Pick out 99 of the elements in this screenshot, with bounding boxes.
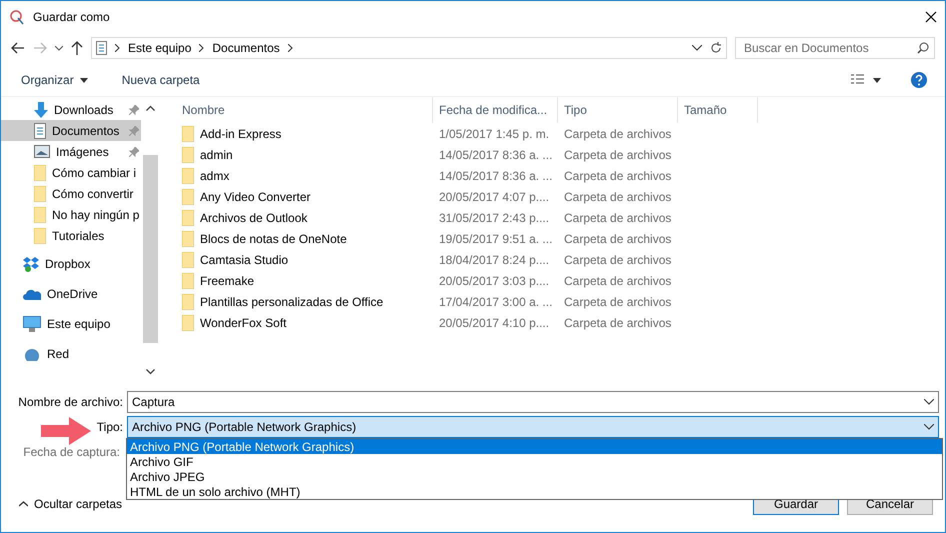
file-name-cell[interactable]: WonderFox Soft	[176, 314, 433, 330]
app-logo-icon	[9, 8, 25, 24]
date-cell-text: 17/04/2017 3:00 a. ...	[438, 294, 554, 308]
folder-icon	[182, 210, 194, 226]
window-title: Guardar como	[33, 10, 111, 24]
chevron-down-icon[interactable]	[692, 45, 702, 51]
sidebar-item[interactable]: OneDrive	[1, 282, 141, 306]
monitor-icon	[23, 316, 41, 332]
file-name-cell[interactable]: Plantillas personalizadas de Office	[176, 294, 433, 310]
date-cell-text: 18/04/2017 8:24 p....	[438, 252, 550, 266]
file-name-cell[interactable]: Add-in Express	[176, 126, 433, 142]
field-label: Tipo:	[96, 420, 124, 434]
date-cell-text: 31/05/2017 2:43 p....	[438, 210, 550, 224]
type-cell-text: Carpeta de archivos	[563, 168, 672, 182]
breadcrumb[interactable]: Documentos	[212, 41, 280, 55]
folder-icon	[34, 206, 46, 222]
file-name-cell[interactable]: Freemake	[176, 272, 433, 288]
chevron-down-icon[interactable]	[55, 46, 63, 50]
chevron-right-icon	[199, 44, 204, 52]
sidebar-item[interactable]: Documentos	[1, 120, 141, 141]
document-icon	[96, 41, 107, 55]
caret-icon	[80, 78, 88, 82]
column-header[interactable]: Fecha de modifica...	[433, 97, 558, 123]
type-cell-text: Carpeta de archivos	[563, 294, 672, 308]
file-name-cell[interactable]: admin	[176, 146, 433, 162]
sidebar-item[interactable]: Cómo cambiar i	[1, 162, 141, 183]
chevron-right-icon	[115, 44, 120, 52]
type-cell-text: Carpeta de archivos	[563, 316, 672, 330]
file-name-cell[interactable]: Camtasia Studio	[176, 252, 433, 268]
new-folder-button[interactable]: Nueva carpeta	[120, 71, 202, 89]
folder-icon	[34, 228, 46, 244]
sidebar-item[interactable]: Cómo convertir	[1, 183, 141, 204]
folder-icon	[34, 186, 46, 202]
folder-icon	[182, 146, 194, 162]
document-icon	[34, 122, 46, 138]
chevron-down-icon[interactable]	[924, 424, 934, 430]
folder-icon	[34, 164, 46, 180]
date-cell-text: 20/05/2017 4:07 p....	[438, 190, 550, 204]
dropbox-icon	[23, 256, 39, 272]
type-cell-text: Carpeta de archivos	[563, 252, 672, 266]
column-header[interactable]: Nombre	[176, 97, 433, 123]
type-cell-text: Carpeta de archivos	[563, 148, 672, 162]
chevron-down-icon[interactable]	[924, 399, 934, 405]
folder-icon	[182, 314, 194, 330]
sidebar-item[interactable]: Imágenes	[1, 141, 141, 162]
chevron-right-icon	[288, 44, 293, 52]
chevron-up-icon	[19, 501, 28, 507]
up-arrow-icon[interactable]	[71, 41, 83, 55]
type-cell-text: Carpeta de archivos	[563, 274, 672, 288]
scrollbar-thumb[interactable]	[143, 155, 158, 343]
field-label: Fecha de captura:	[22, 445, 121, 459]
folder-icon	[182, 252, 194, 268]
date-cell-text: 20/05/2017 3:03 p....	[438, 274, 550, 288]
sidebar-item[interactable]: Red	[1, 342, 141, 366]
folder-icon	[182, 188, 194, 204]
sidebar-item[interactable]: Tutoriales	[1, 225, 141, 246]
breadcrumb[interactable]: Este equipo	[128, 41, 192, 55]
file-name-cell[interactable]: Any Video Converter	[176, 188, 433, 204]
date-cell-text: 20/05/2017 4:10 p....	[438, 316, 550, 330]
cloud-icon	[23, 288, 41, 300]
type-cell-text: Carpeta de archivos	[563, 126, 672, 140]
file-name-cell[interactable]: Blocs de notas de OneNote	[176, 230, 433, 246]
organize-menu-button[interactable]: Organizar	[19, 71, 90, 89]
sidebar-item[interactable]: Este equipo	[1, 312, 141, 336]
download-arrow-icon	[34, 102, 48, 118]
picture-icon	[34, 145, 50, 158]
folder-icon	[182, 294, 194, 310]
column-header[interactable]: Tipo	[558, 97, 678, 123]
type-cell-text: Carpeta de archivos	[563, 232, 672, 246]
type-cell-text: Carpeta de archivos	[563, 190, 672, 204]
view-options-icon[interactable]	[851, 74, 881, 86]
date-cell-text: 1/05/2017 1:45 p. m.	[438, 126, 550, 140]
hide-folders-button[interactable]: Ocultar carpetas	[13, 496, 128, 512]
type-cell-text: Carpeta de archivos	[563, 210, 672, 224]
arrow-drawing	[41, 417, 91, 445]
search-field[interactable]: Buscar en Documentos	[735, 37, 935, 59]
folder-icon	[182, 272, 194, 288]
file-type-dropdown[interactable]: Archivo PNG (Portable Network Graphics)	[127, 416, 939, 438]
field-label: Nombre de archivo:	[17, 395, 124, 409]
sidebar-item[interactable]: No hay ningún p	[1, 204, 141, 225]
folder-icon	[182, 126, 194, 142]
date-cell-text: 19/05/2017 9:51 a. ...	[438, 232, 554, 246]
sidebar-item[interactable]: Downloads	[1, 99, 141, 120]
refresh-icon[interactable]	[710, 42, 722, 54]
close-icon[interactable]	[925, 10, 937, 22]
date-cell-text: 14/05/2017 8:36 a. ...	[438, 168, 554, 182]
folder-icon	[182, 230, 194, 246]
file-name-cell[interactable]: admx	[176, 168, 433, 184]
filename-field[interactable]: Captura	[127, 391, 939, 413]
address-bar[interactable]: Este equipo Documentos	[91, 37, 727, 59]
help-icon[interactable]	[911, 72, 927, 88]
back-arrow-icon[interactable]	[11, 42, 25, 54]
search-icon[interactable]	[917, 42, 929, 54]
dropdown-option[interactable]: Archivo PNG (Portable Network Graphics)	[127, 439, 942, 454]
sidebar-item[interactable]: Dropbox	[1, 252, 141, 276]
date-cell-text: 14/05/2017 8:36 a. ...	[438, 148, 554, 162]
column-header[interactable]: Tamaño	[678, 97, 758, 123]
folder-icon	[182, 168, 194, 184]
file-name-cell[interactable]: Archivos de Outlook	[176, 210, 433, 226]
